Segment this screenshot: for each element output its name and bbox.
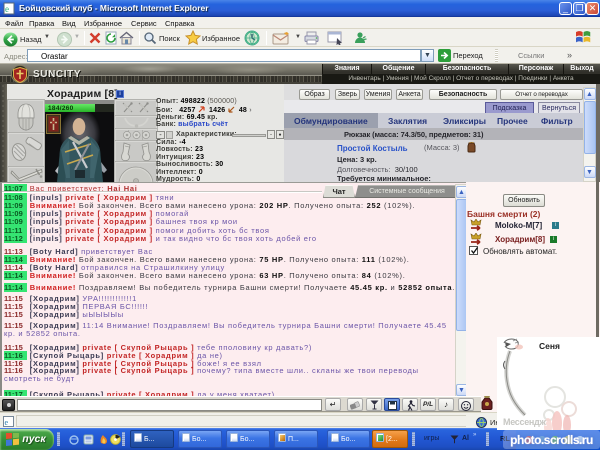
svg-text:e: e — [5, 4, 9, 14]
svg-text:e: e — [5, 418, 9, 427]
